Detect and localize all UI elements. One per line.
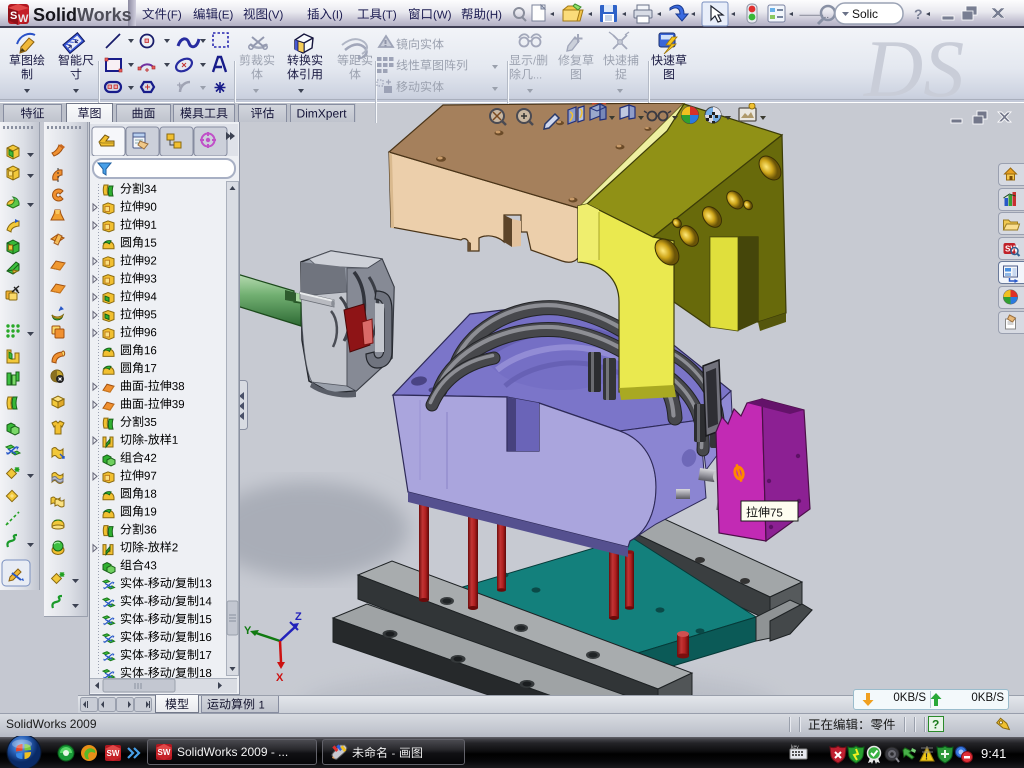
svg-text:SW: SW [158,748,171,757]
svg-text:DS: DS [863,28,964,103]
svg-text:?: ? [914,6,923,22]
svg-text:SolidWorks: SolidWorks [33,5,132,25]
svg-text:W: W [18,13,29,25]
svg-text:S: S [10,10,17,22]
svg-text:9:41: 9:41 [981,746,1006,761]
svg-text:?: ? [932,718,939,732]
svg-text:SW: SW [107,749,120,758]
svg-text:key: key [791,745,799,751]
svg-text:Solic: Solic [852,7,878,21]
